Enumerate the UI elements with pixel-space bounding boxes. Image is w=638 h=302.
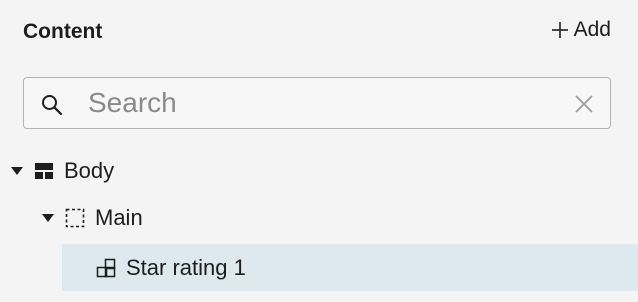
clear-icon[interactable] (574, 94, 594, 114)
add-button[interactable]: Add (550, 18, 611, 42)
search-icon (42, 95, 63, 116)
tree-item-label: Body (64, 158, 115, 183)
component-icon (96, 258, 116, 277)
caret-down-icon[interactable] (10, 165, 24, 177)
caret-down-icon[interactable] (41, 212, 55, 224)
tree-item-star-rating[interactable]: Star rating 1 (62, 244, 638, 291)
add-button-label: Add (573, 18, 611, 41)
tree-item-label: Star rating 1 (126, 254, 246, 280)
tree-item-body[interactable]: Body (10, 148, 630, 194)
dashed-container-icon (65, 208, 85, 228)
tree-item-main[interactable]: Main (41, 195, 631, 241)
tree-item-label: Main (95, 205, 143, 230)
search-input[interactable] (88, 86, 558, 120)
layout-icon (35, 163, 53, 179)
panel-title: Content (23, 20, 103, 43)
panel-header: Content Add (23, 18, 613, 48)
plus-icon (551, 22, 568, 38)
search-box[interactable] (23, 77, 611, 129)
